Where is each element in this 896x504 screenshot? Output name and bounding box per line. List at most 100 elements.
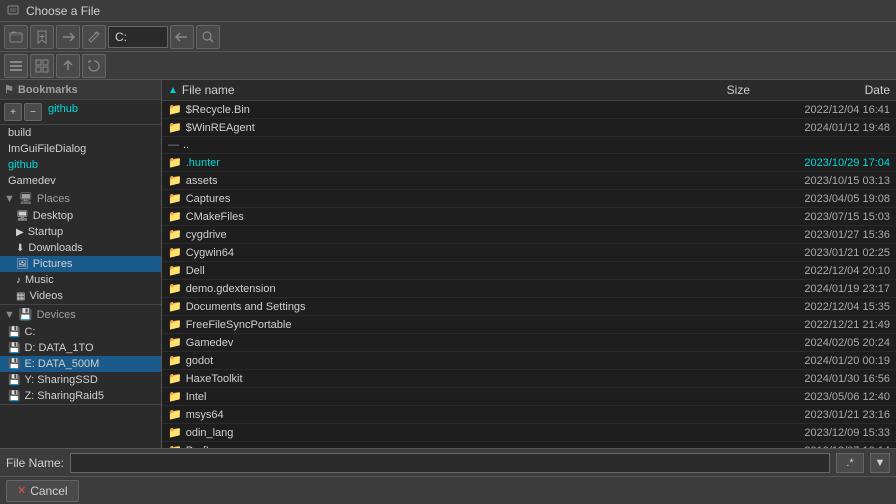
list-view-button[interactable] bbox=[4, 54, 28, 78]
devices-expand-icon: ▼ bbox=[4, 309, 15, 321]
file-row[interactable]: 📁 odin_lang 2023/12/09 15:33 bbox=[162, 424, 896, 442]
folder-icon: 📁 bbox=[168, 318, 182, 331]
places-music[interactable]: ♪Music bbox=[0, 272, 161, 288]
file-row[interactable]: 📁 CMakeFiles 2023/07/15 15:03 bbox=[162, 208, 896, 226]
filename-input[interactable] bbox=[70, 453, 830, 473]
current-bookmark: github bbox=[48, 103, 78, 121]
places-desktop[interactable]: 🖥Desktop bbox=[0, 208, 161, 224]
places-folder-icon: 🖥 bbox=[19, 192, 33, 205]
forward-button[interactable] bbox=[56, 25, 80, 49]
file-row[interactable]: 📁 Gamedev 2024/02/05 20:24 bbox=[162, 334, 896, 352]
col-size-header[interactable]: Size bbox=[670, 83, 750, 97]
filter-dropdown-button[interactable]: ▼ bbox=[870, 453, 890, 473]
bookmark-build[interactable]: build bbox=[0, 125, 161, 141]
file-row[interactable]: 📁 $WinREAgent 2024/01/12 19:48 bbox=[162, 119, 896, 137]
device-y[interactable]: 💾Y: SharingSSD bbox=[0, 372, 161, 388]
file-row[interactable]: 📁 Documents and Settings 2022/12/04 15:3… bbox=[162, 298, 896, 316]
drive-e-icon: 💾 bbox=[8, 359, 20, 370]
right-panel: ▲ File name Size Date 📁 $Recycle.Bin 202… bbox=[162, 80, 896, 448]
col-name-header[interactable]: ▲ File name bbox=[168, 83, 670, 97]
remove-bookmark-btn[interactable]: − bbox=[24, 103, 42, 121]
bookmark-github[interactable]: github bbox=[0, 157, 161, 173]
back-button[interactable] bbox=[170, 25, 194, 49]
file-row[interactable]: 📁 cygdrive 2023/01/27 15:36 bbox=[162, 226, 896, 244]
folder-icon: 📁 bbox=[168, 444, 182, 448]
folder-icon: 📁 bbox=[168, 264, 182, 277]
bookmarks-section-header: ⚑ Bookmarks bbox=[0, 80, 161, 100]
refresh-button[interactable] bbox=[82, 54, 106, 78]
title-bar-icon bbox=[6, 4, 20, 18]
file-row[interactable]: 📁 Intel 2023/05/06 12:40 bbox=[162, 388, 896, 406]
toolbar: C: bbox=[0, 22, 896, 52]
places-section: ▼ 🖥 Places 🖥Desktop ▶Startup ⬇Downloads … bbox=[0, 189, 161, 305]
file-row[interactable]: 📁 PerfLogs 2019/12/07 10:14 bbox=[162, 442, 896, 448]
add-bookmark-button[interactable] bbox=[30, 25, 54, 49]
file-row[interactable]: 📁 Dell 2022/12/04 20:10 bbox=[162, 262, 896, 280]
file-row[interactable]: 📁 Captures 2023/04/05 19:08 bbox=[162, 190, 896, 208]
file-row[interactable]: 📁 godot 2024/01/20 00:19 bbox=[162, 352, 896, 370]
up-button[interactable] bbox=[56, 54, 80, 78]
folder-icon: 📁 bbox=[168, 228, 182, 241]
add-bookmark-btn[interactable]: + bbox=[4, 103, 22, 121]
folder-icon: 📁 bbox=[168, 174, 182, 187]
title-bar: Choose a File bbox=[0, 0, 896, 22]
devices-section-header[interactable]: ▼ 💾 Devices bbox=[0, 305, 161, 324]
places-section-header[interactable]: ▼ 🖥 Places bbox=[0, 189, 161, 208]
file-row[interactable]: 📁 .hunter 2023/10/29 17:04 bbox=[162, 154, 896, 172]
bookmark-gamedev[interactable]: Gamedev bbox=[0, 173, 161, 189]
folder-icon: 📁 bbox=[168, 336, 182, 349]
file-row[interactable]: 📁 $Recycle.Bin 2022/12/04 16:41 bbox=[162, 101, 896, 119]
places-expand-icon: ▼ bbox=[4, 193, 15, 205]
action-bar: ✕ Cancel bbox=[0, 476, 896, 504]
file-list-header: ▲ File name Size Date bbox=[162, 80, 896, 101]
music-icon: ♪ bbox=[16, 275, 21, 286]
places-startup[interactable]: ▶Startup bbox=[0, 224, 161, 240]
videos-icon: ▦ bbox=[16, 291, 25, 302]
startup-icon: ▶ bbox=[16, 227, 24, 238]
folder-icon: 📁 bbox=[168, 372, 182, 385]
sort-arrow-icon: ▲ bbox=[168, 85, 178, 96]
drive-d-icon: 💾 bbox=[8, 343, 20, 354]
folder-icon: 📁 bbox=[168, 103, 182, 116]
folder-icon: 📁 bbox=[168, 282, 182, 295]
bookmarks-icon: ⚑ bbox=[4, 83, 14, 96]
places-pictures[interactable]: 🖼Pictures bbox=[0, 256, 161, 272]
cancel-button[interactable]: ✕ Cancel bbox=[6, 480, 79, 502]
new-folder-button[interactable] bbox=[4, 25, 28, 49]
device-d[interactable]: 💾D: DATA_1TO bbox=[0, 340, 161, 356]
edit-button[interactable] bbox=[82, 25, 106, 49]
title-bar-text: Choose a File bbox=[26, 4, 100, 18]
search-button[interactable] bbox=[196, 25, 220, 49]
device-c[interactable]: 💾C: bbox=[0, 324, 161, 340]
file-row[interactable]: 📁 msys64 2023/01/21 23:16 bbox=[162, 406, 896, 424]
bottom-bar: File Name: .* ▼ bbox=[0, 448, 896, 476]
drive-c-icon: 💾 bbox=[8, 327, 20, 338]
toolbar2 bbox=[0, 52, 896, 80]
places-downloads[interactable]: ⬇Downloads bbox=[0, 240, 161, 256]
device-e[interactable]: 💾E: DATA_500M bbox=[0, 356, 161, 372]
folder-icon: 📁 bbox=[168, 121, 182, 134]
main-content: ⚑ Bookmarks + − github build ImGuiFileDi… bbox=[0, 80, 896, 448]
bookmark-imgui[interactable]: ImGuiFileDialog bbox=[0, 141, 161, 157]
folder-icon: 📁 bbox=[168, 408, 182, 421]
file-row[interactable]: 📁 Cygwin64 2023/01/21 02:25 bbox=[162, 244, 896, 262]
folder-icon: 📁 bbox=[168, 390, 182, 403]
file-row[interactable]: 📁 HaxeToolkit 2024/01/30 16:56 bbox=[162, 370, 896, 388]
path-box: C: bbox=[108, 26, 168, 48]
col-date-header[interactable]: Date bbox=[750, 83, 890, 97]
file-row[interactable]: 📁 demo.gdextension 2024/01/19 23:17 bbox=[162, 280, 896, 298]
places-videos[interactable]: ▦Videos bbox=[0, 288, 161, 304]
file-row[interactable]: 📁 assets 2023/10/15 03:13 bbox=[162, 172, 896, 190]
folder-icon: 📁 bbox=[168, 156, 182, 169]
filename-label: File Name: bbox=[6, 456, 64, 470]
folder-icon: 📁 bbox=[168, 192, 182, 205]
device-z[interactable]: 💾Z: SharingRaid5 bbox=[0, 388, 161, 404]
drive-y-icon: 💾 bbox=[8, 375, 20, 386]
grid-view-button[interactable] bbox=[30, 54, 54, 78]
folder-icon: 📁 bbox=[168, 210, 182, 223]
file-row[interactable]: — .. bbox=[162, 137, 896, 154]
file-row[interactable]: 📁 FreeFileSyncPortable 2022/12/21 21:49 bbox=[162, 316, 896, 334]
filter-button[interactable]: .* bbox=[836, 453, 864, 473]
pictures-icon: 🖼 bbox=[16, 259, 29, 270]
folder-icon: 📁 bbox=[168, 354, 182, 367]
